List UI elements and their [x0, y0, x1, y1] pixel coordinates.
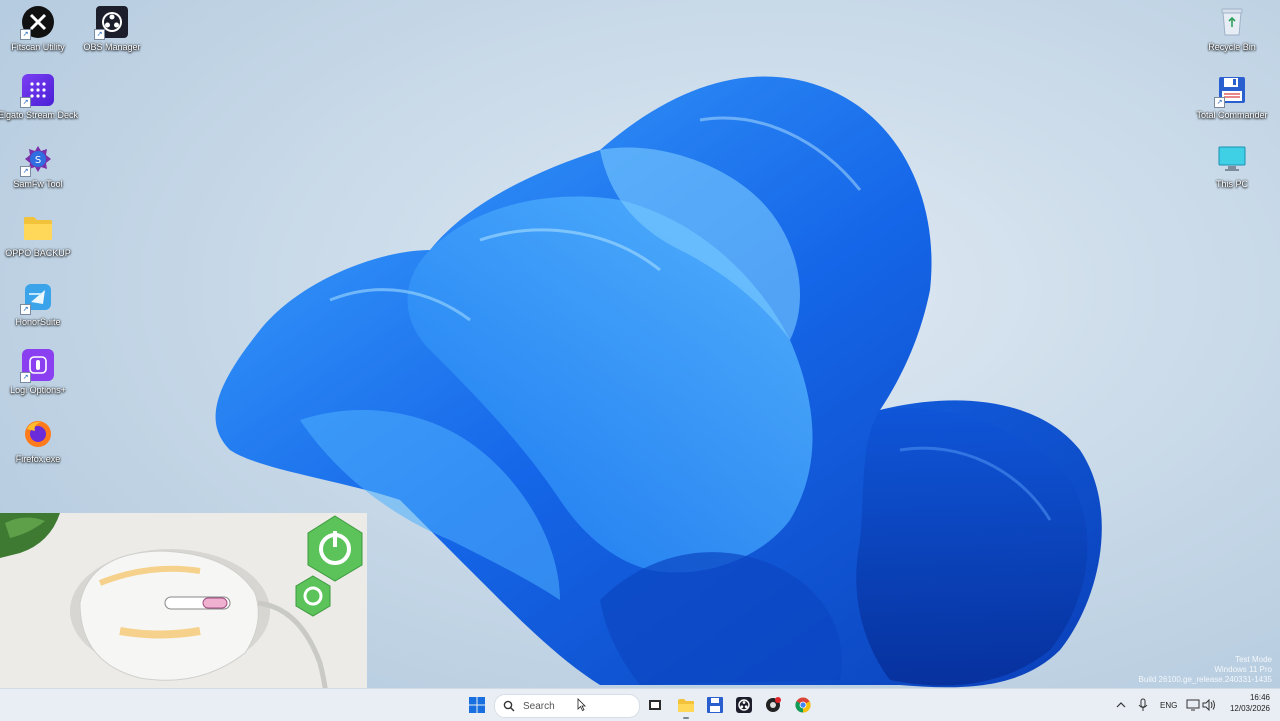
- chrome-icon: [795, 697, 811, 713]
- volume-icon: [1202, 699, 1215, 711]
- desktop-icon-logi[interactable]: ↗ Logi Options+: [0, 349, 76, 395]
- search-icon: [503, 700, 515, 712]
- obs-button[interactable]: [733, 695, 755, 715]
- task-view-icon: [649, 700, 661, 710]
- desktop-icon-this-pc[interactable]: This PC: [1194, 143, 1270, 189]
- desktop-icon-total-commander[interactable]: ↗ Total Commander: [1194, 74, 1270, 120]
- search-input[interactable]: [521, 699, 625, 713]
- language-indicator[interactable]: ENG: [1160, 701, 1177, 710]
- watermark-line: Windows 11 Pro: [1214, 665, 1272, 674]
- total-commander-icon: ↗: [1214, 74, 1248, 108]
- chevron-up-icon: [1116, 702, 1126, 708]
- desktop-icon-obs[interactable]: ↗ OBS Manager: [74, 6, 150, 52]
- desktop-icon-recycle-bin[interactable]: Recycle Bin: [1194, 6, 1270, 52]
- total-commander-icon: [707, 697, 723, 713]
- fitscan-icon: ↗: [20, 6, 54, 40]
- desktop-icon-firefox[interactable]: Firefox.exe: [0, 418, 76, 464]
- desktop-icon-label: Fitscan Utility: [11, 42, 65, 52]
- clock-time: 16:46: [1249, 693, 1270, 702]
- total-commander-button[interactable]: [704, 695, 726, 715]
- clock[interactable]: 16:46 12/03/2026: [1224, 693, 1270, 713]
- watermark-line: Test Mode: [1235, 655, 1272, 664]
- chrome-button[interactable]: [792, 695, 814, 715]
- samfw-icon: S ↗: [20, 143, 54, 177]
- taskbar-search[interactable]: [494, 694, 640, 718]
- start-button[interactable]: [466, 695, 488, 715]
- stream-deck-icon: ↗: [20, 74, 54, 108]
- watermark-line: Build 26100.ge_release.240331-1435: [1138, 675, 1272, 684]
- desktop-icon-honorsuite[interactable]: ↗ HonorSuite: [0, 281, 76, 327]
- desktop-icon-label: Elgato Stream Deck: [0, 110, 79, 120]
- desktop-icon-oppo-backup[interactable]: OPPO BACKUP: [0, 212, 76, 258]
- app-button[interactable]: [762, 695, 784, 715]
- desktop-icon-label: OBS Manager: [83, 42, 141, 52]
- test-mode-watermark: Test Mode Windows 11 Pro Build 26100.ge_…: [1139, 655, 1272, 685]
- desktop-icon-samfw[interactable]: S ↗ SamFw Tool: [0, 143, 76, 189]
- mouse-cursor: [577, 698, 586, 711]
- desktop-icon-label: OPPO BACKUP: [5, 248, 71, 258]
- firefox-icon: [22, 418, 54, 450]
- file-explorer-icon: [678, 698, 694, 712]
- running-indicator: [683, 717, 689, 719]
- honorsuite-icon: ↗: [20, 281, 54, 315]
- desktop-icon-label: Logi Options+: [10, 385, 66, 395]
- app-icon: [766, 697, 781, 712]
- desktop-icon-label: SamFw Tool: [13, 179, 63, 189]
- task-view-button[interactable]: [644, 695, 666, 715]
- svg-text:S: S: [35, 155, 41, 166]
- clock-date: 12/03/2026: [1229, 704, 1270, 713]
- desktop-icon-stream-deck[interactable]: ↗ Elgato Stream Deck: [0, 74, 79, 120]
- logi-icon: ↗: [20, 349, 54, 383]
- recycle-bin-icon: [1216, 6, 1248, 38]
- this-pc-icon: [1216, 143, 1248, 175]
- file-explorer-button[interactable]: [675, 695, 697, 719]
- folder-icon: [22, 212, 54, 244]
- desktop-icon-label: Firefox.exe: [15, 454, 61, 464]
- microphone-button[interactable]: [1132, 695, 1154, 715]
- desktop-icon-fitscan[interactable]: ↗ Fitscan Utility: [0, 6, 76, 52]
- start-icon: [469, 697, 485, 713]
- microphone-icon: [1138, 698, 1148, 711]
- taskbar: ENG 16:46 12/03/2026: [0, 688, 1280, 721]
- obs-icon: [736, 697, 752, 713]
- desktop-icon-label: This PC: [1215, 179, 1248, 189]
- desktop-icon-label: Total Commander: [1196, 110, 1268, 120]
- desktop-icon-label: HonorSuite: [15, 317, 61, 327]
- show-hidden-icons-button[interactable]: [1110, 695, 1132, 715]
- obs-icon: ↗: [94, 6, 128, 40]
- desktop-icon-label: Recycle Bin: [1208, 42, 1256, 52]
- volume-button[interactable]: [1198, 695, 1220, 715]
